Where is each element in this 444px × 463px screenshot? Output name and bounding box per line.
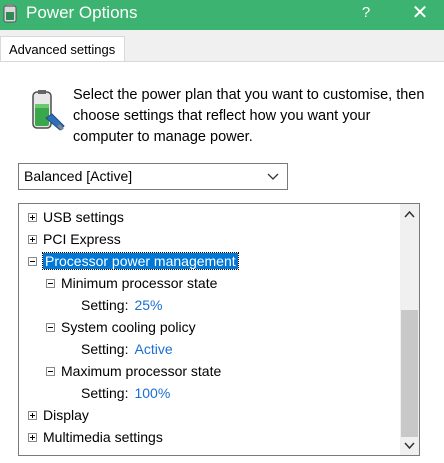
- setting-value-link[interactable]: Active: [134, 341, 172, 357]
- tab-advanced-settings[interactable]: Advanced settings: [0, 36, 125, 62]
- setting-row-minimum: Setting: 25%: [81, 295, 163, 315]
- tree-scrollbar[interactable]: [400, 204, 419, 455]
- tree-item-label: Multimedia settings: [43, 429, 163, 445]
- minus-box-icon[interactable]: [28, 256, 37, 266]
- setting-label: Setting:: [81, 297, 129, 313]
- tree-item-label: Processor power management: [42, 252, 239, 270]
- tree-item-system-cooling-policy[interactable]: System cooling policy: [46, 317, 196, 337]
- title-bar: Power Options ? ✕: [0, 0, 444, 30]
- description-text: Select the power plan that you want to c…: [73, 87, 425, 145]
- tree-item-minimum-processor-state[interactable]: Minimum processor state: [46, 273, 217, 293]
- tree-item-processor-power-management[interactable]: Processor power management: [28, 251, 239, 271]
- chevron-down-icon[interactable]: [400, 437, 419, 454]
- setting-row-maximum: Setting: 100%: [81, 383, 170, 403]
- tree-item-label: Minimum processor state: [61, 275, 218, 291]
- plus-box-icon[interactable]: [28, 432, 37, 442]
- power-plan-select[interactable]: Balanced [Active]: [18, 163, 288, 190]
- window-title: Power Options: [26, 3, 138, 22]
- power-options-icon: [3, 4, 17, 23]
- plus-box-icon[interactable]: [28, 212, 37, 222]
- main-panel: Select the power plan that you want to c…: [0, 61, 444, 463]
- setting-value-link[interactable]: 25%: [134, 297, 162, 313]
- battery-plug-icon: [32, 90, 65, 131]
- tree-item-label: System cooling policy: [61, 319, 196, 335]
- settings-tree[interactable]: USB settings PCI Express Processor power…: [18, 203, 420, 456]
- setting-row-cooling: Setting: Active: [81, 339, 173, 359]
- setting-label: Setting:: [81, 385, 129, 401]
- scrollbar-thumb[interactable]: [401, 310, 418, 437]
- tree-item-multimedia-settings[interactable]: Multimedia settings: [28, 427, 163, 447]
- chevron-up-icon[interactable]: [400, 206, 419, 223]
- help-button[interactable]: ?: [356, 3, 376, 23]
- plus-box-icon[interactable]: [28, 410, 37, 420]
- plus-box-icon[interactable]: [28, 234, 37, 244]
- tree-item-pci-express[interactable]: PCI Express: [28, 229, 121, 249]
- tree-item-label: USB settings: [43, 209, 124, 225]
- minus-box-icon[interactable]: [46, 322, 55, 332]
- tree-item-label: Maximum processor state: [61, 363, 222, 379]
- chevron-down-icon: [267, 173, 279, 180]
- close-button[interactable]: ✕: [408, 3, 432, 23]
- setting-label: Setting:: [81, 341, 129, 357]
- tree-item-label: Display: [43, 407, 89, 423]
- tree-item-maximum-processor-state[interactable]: Maximum processor state: [46, 361, 221, 381]
- power-plan-select-value: Balanced [Active]: [24, 168, 133, 184]
- tree-item-usb-settings[interactable]: USB settings: [28, 207, 124, 227]
- tree-item-label: PCI Express: [43, 231, 121, 247]
- tree-item-display[interactable]: Display: [28, 405, 89, 425]
- minus-box-icon[interactable]: [46, 366, 55, 376]
- minus-box-icon[interactable]: [46, 278, 55, 288]
- setting-value-link[interactable]: 100%: [134, 385, 170, 401]
